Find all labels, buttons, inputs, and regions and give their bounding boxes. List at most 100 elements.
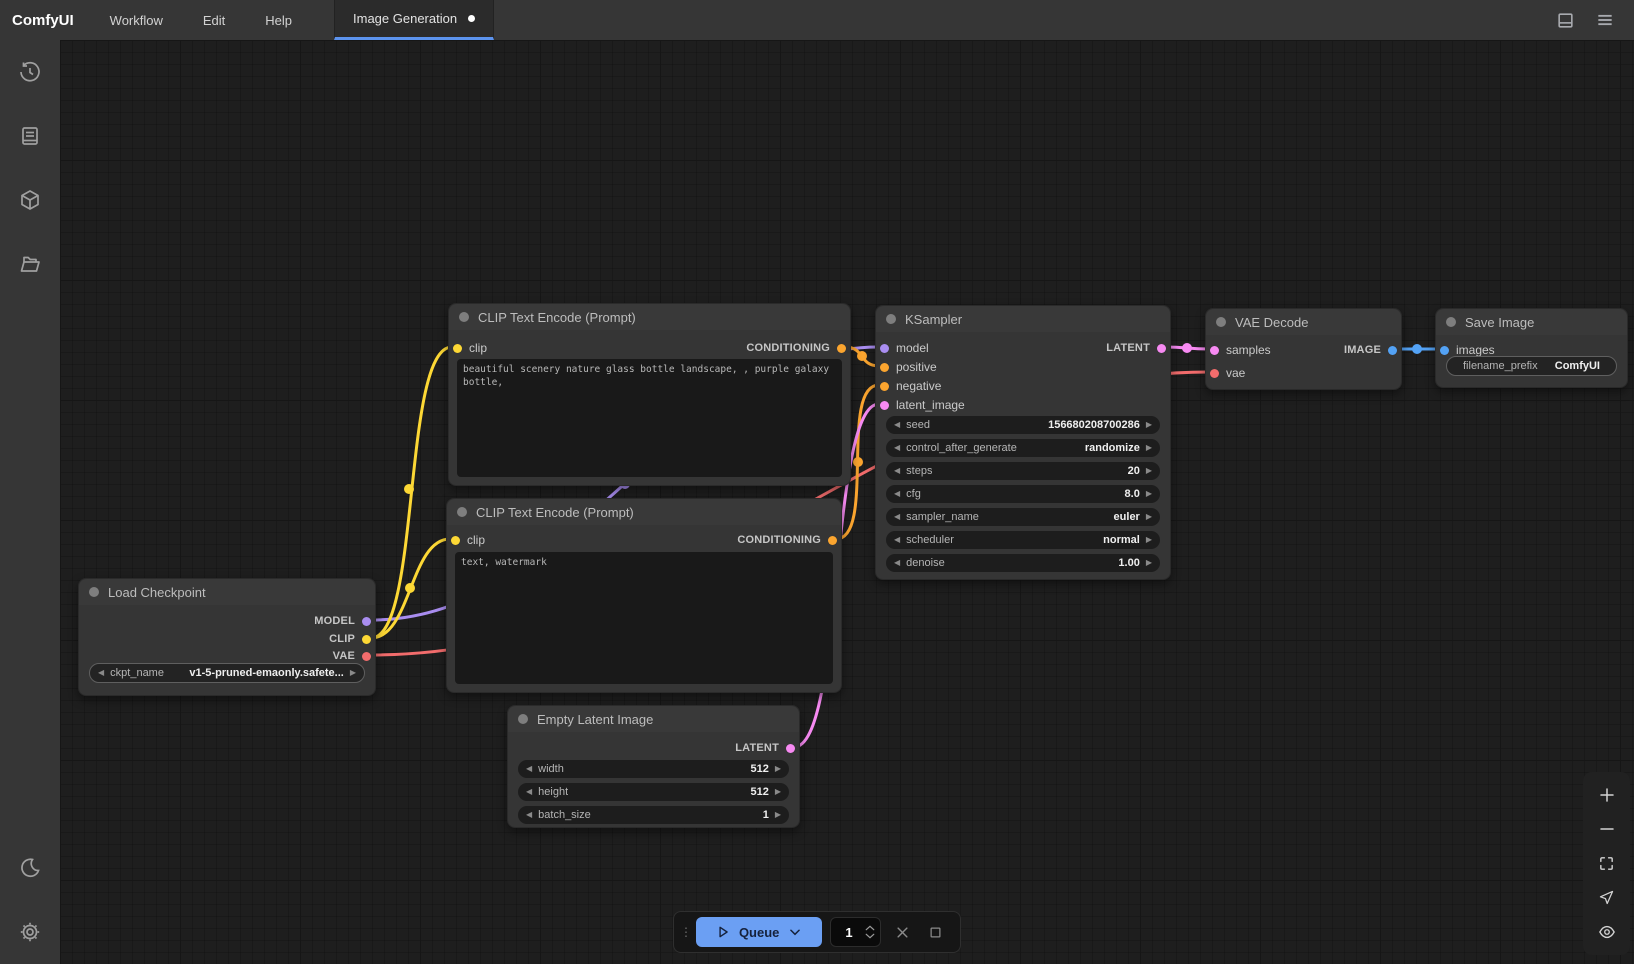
stepper-left-arrow-icon[interactable]: ◀ <box>894 490 900 498</box>
input-slot-vae[interactable]: vae <box>1210 364 1245 382</box>
graph-canvas[interactable]: Load Checkpoint MODEL CLIP VAE ◀ ckpt_na… <box>60 40 1634 964</box>
menu-edit[interactable]: Edit <box>183 0 245 40</box>
stepper-right-arrow-icon[interactable]: ▶ <box>775 765 781 773</box>
input-slot-negative[interactable]: negative <box>880 377 941 395</box>
output-slot-image[interactable]: IMAGE <box>1344 341 1397 359</box>
input-dot-model[interactable] <box>880 344 889 353</box>
stepper-left-arrow-icon[interactable]: ◀ <box>894 467 900 475</box>
widget-control-after-generate[interactable]: ◀ control_after_generate randomize ▶ <box>886 439 1160 457</box>
input-slot-clip[interactable]: clip <box>453 339 487 357</box>
output-dot-conditioning[interactable] <box>828 536 837 545</box>
combo-left-arrow-icon[interactable]: ◀ <box>894 536 900 544</box>
tab-image-generation[interactable]: Image Generation <box>334 0 494 40</box>
node-collapse-dot[interactable] <box>1216 317 1226 327</box>
output-slot-conditioning[interactable]: CONDITIONING <box>737 531 837 549</box>
output-slot-model[interactable]: MODEL <box>314 612 371 630</box>
combo-left-arrow-icon[interactable]: ◀ <box>98 669 104 677</box>
stop-button[interactable] <box>923 919 948 945</box>
sidebar-item-queue[interactable] <box>0 104 60 168</box>
queue-button[interactable]: Queue <box>696 917 822 947</box>
output-slot-latent[interactable]: LATENT <box>1106 339 1166 357</box>
sidebar-item-theme[interactable] <box>0 836 60 900</box>
node-vae-decode[interactable]: VAE Decode samples vae IMAGE <box>1205 308 1402 390</box>
widget-filename-prefix[interactable]: filename_prefix ComfyUI <box>1446 356 1617 376</box>
output-dot-image[interactable] <box>1388 346 1397 355</box>
output-dot-latent[interactable] <box>786 744 795 753</box>
input-dot-samples[interactable] <box>1210 346 1219 355</box>
clear-queue-button[interactable] <box>889 919 914 945</box>
node-collapse-dot[interactable] <box>886 314 896 324</box>
node-header[interactable]: VAE Decode <box>1206 309 1401 335</box>
chevron-down-icon[interactable] <box>788 925 802 939</box>
stepper-right-arrow-icon[interactable]: ▶ <box>1146 559 1152 567</box>
input-slot-clip[interactable]: clip <box>451 531 485 549</box>
stepper-right-arrow-icon[interactable]: ▶ <box>775 811 781 819</box>
node-collapse-dot[interactable] <box>457 507 467 517</box>
zoom-out-button[interactable] <box>1591 815 1623 843</box>
node-collapse-dot[interactable] <box>1446 317 1456 327</box>
stepper-left-arrow-icon[interactable]: ◀ <box>526 788 532 796</box>
node-save-image[interactable]: Save Image images filename_prefix ComfyU… <box>1435 308 1628 388</box>
combo-right-arrow-icon[interactable]: ▶ <box>350 669 356 677</box>
node-header[interactable]: CLIP Text Encode (Prompt) <box>447 499 841 525</box>
output-slot-latent[interactable]: LATENT <box>735 739 795 757</box>
stepper-right-arrow-icon[interactable]: ▶ <box>1146 421 1152 429</box>
input-dot-negative[interactable] <box>880 382 889 391</box>
node-load-checkpoint[interactable]: Load Checkpoint MODEL CLIP VAE ◀ ckpt_na… <box>78 578 376 696</box>
toggle-link-visibility-button[interactable] <box>1591 918 1623 946</box>
output-dot-vae[interactable] <box>362 652 371 661</box>
widget-denoise[interactable]: ◀ denoise 1.00 ▶ <box>886 554 1160 572</box>
node-collapse-dot[interactable] <box>518 714 528 724</box>
node-collapse-dot[interactable] <box>89 587 99 597</box>
input-slot-model[interactable]: model <box>880 339 929 357</box>
node-header[interactable]: Load Checkpoint <box>79 579 375 605</box>
sidebar-item-workflows[interactable] <box>0 232 60 296</box>
output-dot-conditioning[interactable] <box>837 344 846 353</box>
batch-stepper[interactable] <box>865 925 875 939</box>
input-dot-images[interactable] <box>1440 346 1449 355</box>
widget-ckpt-name[interactable]: ◀ ckpt_name v1-5-pruned-emaonly.safete..… <box>89 663 365 683</box>
sidebar-item-models[interactable] <box>0 168 60 232</box>
stepper-left-arrow-icon[interactable]: ◀ <box>894 421 900 429</box>
sidebar-item-history[interactable] <box>0 40 60 104</box>
node-header[interactable]: CLIP Text Encode (Prompt) <box>449 304 850 330</box>
combo-left-arrow-icon[interactable]: ◀ <box>894 444 900 452</box>
menu-workflow[interactable]: Workflow <box>90 0 183 40</box>
widget-width[interactable]: ◀ width 512 ▶ <box>518 760 789 778</box>
stepper-left-arrow-icon[interactable]: ◀ <box>526 765 532 773</box>
zoom-in-button[interactable] <box>1591 781 1623 809</box>
pan-mode-button[interactable] <box>1591 884 1623 912</box>
node-header[interactable]: Empty Latent Image <box>508 706 799 732</box>
node-clip-text-encode-positive[interactable]: CLIP Text Encode (Prompt) clip CONDITION… <box>448 303 851 486</box>
output-slot-clip[interactable]: CLIP <box>329 630 371 648</box>
input-dot-positive[interactable] <box>880 363 889 372</box>
node-header[interactable]: KSampler <box>876 306 1170 332</box>
stepper-left-arrow-icon[interactable]: ◀ <box>526 811 532 819</box>
stepper-left-arrow-icon[interactable]: ◀ <box>894 559 900 567</box>
prompt-textarea[interactable]: text, watermark <box>455 552 833 684</box>
node-collapse-dot[interactable] <box>459 312 469 322</box>
combo-right-arrow-icon[interactable]: ▶ <box>1146 513 1152 521</box>
combo-right-arrow-icon[interactable]: ▶ <box>1146 444 1152 452</box>
output-dot-latent[interactable] <box>1157 344 1166 353</box>
fit-view-button[interactable] <box>1591 849 1623 877</box>
chevron-up-icon[interactable] <box>865 925 875 931</box>
output-dot-model[interactable] <box>362 617 371 626</box>
input-slot-samples[interactable]: samples <box>1210 341 1271 359</box>
input-dot-clip[interactable] <box>451 536 460 545</box>
main-menu-button[interactable] <box>1590 5 1620 35</box>
input-dot-latent-image[interactable] <box>880 401 889 410</box>
node-ksampler[interactable]: KSampler model positive negative latent_… <box>875 305 1171 580</box>
input-dot-vae[interactable] <box>1210 369 1219 378</box>
widget-batch-size[interactable]: ◀ batch_size 1 ▶ <box>518 806 789 824</box>
output-dot-clip[interactable] <box>362 635 371 644</box>
node-empty-latent-image[interactable]: Empty Latent Image LATENT ◀ width 512 ▶ … <box>507 705 800 828</box>
menu-help[interactable]: Help <box>245 0 312 40</box>
toggle-bottom-panel-button[interactable] <box>1550 5 1580 35</box>
stepper-right-arrow-icon[interactable]: ▶ <box>1146 467 1152 475</box>
widget-height[interactable]: ◀ height 512 ▶ <box>518 783 789 801</box>
widget-scheduler[interactable]: ◀ scheduler normal ▶ <box>886 531 1160 549</box>
chevron-down-icon[interactable] <box>865 933 875 939</box>
sidebar-item-settings[interactable] <box>0 900 60 964</box>
node-header[interactable]: Save Image <box>1436 309 1627 335</box>
